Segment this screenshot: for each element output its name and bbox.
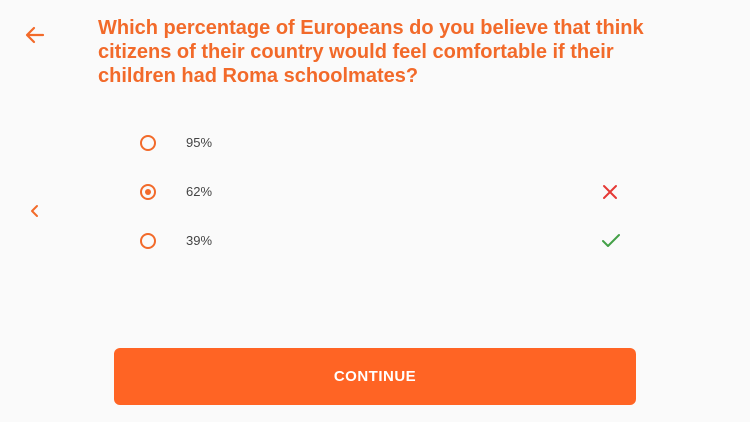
answer-label: 39%: [186, 233, 213, 248]
continue-button[interactable]: CONTINUE: [114, 348, 636, 405]
answer-options: 95% 62% 39%: [140, 118, 630, 265]
answer-label: 95%: [186, 135, 213, 150]
chevron-left-icon[interactable]: [28, 203, 42, 219]
question-text: Which percentage of Europeans do you bel…: [98, 17, 644, 87]
answer-option-62[interactable]: 62%: [140, 167, 630, 216]
answer-option-95[interactable]: 95%: [140, 118, 630, 167]
answer-option-39[interactable]: 39%: [140, 216, 630, 265]
back-arrow-icon[interactable]: [24, 24, 46, 46]
radio-button-selected[interactable]: [140, 183, 156, 200]
radio-button[interactable]: [140, 134, 156, 151]
wrong-x-icon: [602, 184, 618, 200]
answer-label: 62%: [186, 184, 213, 199]
correct-checkmark-icon: [602, 233, 620, 249]
radio-button[interactable]: [140, 232, 156, 249]
